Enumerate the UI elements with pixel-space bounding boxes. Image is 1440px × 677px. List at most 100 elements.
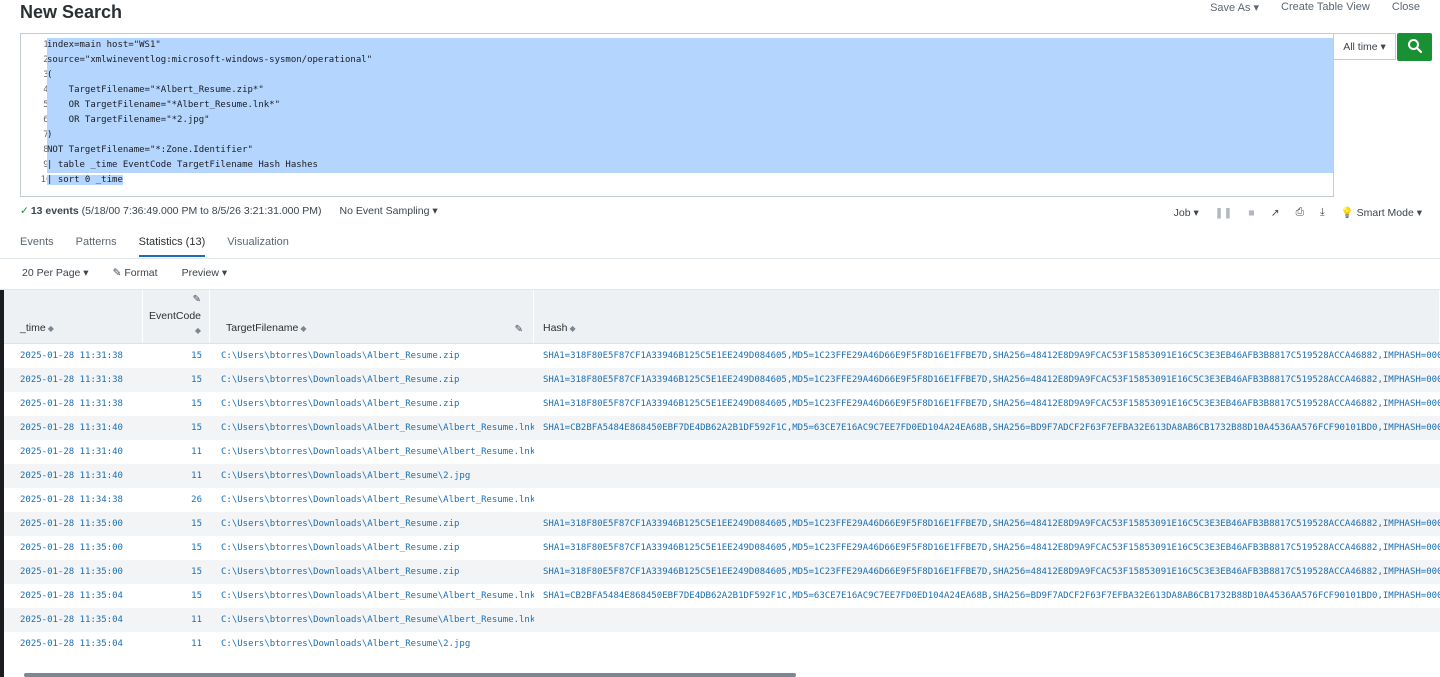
query-line[interactable]: TargetFilename="*Albert_Resume.zip*" [47,83,1333,98]
cell-time[interactable]: 2025-01-28 11:31:38 [4,368,143,392]
cell-time[interactable]: 2025-01-28 11:35:00 [4,560,143,584]
query-line[interactable]: | sort 0 _time [47,173,1333,188]
time-range-picker[interactable]: All time ▾ [1334,33,1396,60]
cell-time[interactable]: 2025-01-28 11:35:04 [4,632,143,656]
format-button[interactable]: ✎ Format [113,267,158,279]
tab-statistics[interactable]: Statistics (13) [138,236,206,257]
cell-eventcode[interactable]: 15 [143,560,210,584]
export-icon[interactable]: ⤓ [1320,206,1325,219]
cell-targetfilename[interactable]: C:\Users\btorres\Downloads\Albert_Resume… [210,440,534,464]
cell-eventcode[interactable]: 11 [143,632,210,656]
event-sampling-dropdown[interactable]: No Event Sampling ▾ [340,205,438,217]
cell-time[interactable]: 2025-01-28 11:35:00 [4,536,143,560]
cell-targetfilename[interactable]: C:\Users\btorres\Downloads\Albert_Resume… [210,536,534,560]
cell-hash[interactable]: SHA1=318F80E5F87CF1A33946B125C5E1EE249D0… [534,536,1440,560]
query-line[interactable]: OR TargetFilename="*Albert_Resume.lnk*" [47,98,1333,113]
query-code[interactable]: index=main host="WS1" source="xmlwineven… [47,38,1333,188]
cell-targetfilename[interactable]: C:\Users\btorres\Downloads\Albert_Resume… [210,464,534,488]
tab-visualization[interactable]: Visualization [227,236,289,257]
cell-eventcode[interactable]: 15 [143,368,210,392]
per-page-dropdown[interactable]: 20 Per Page ▾ [22,267,89,279]
tab-patterns[interactable]: Patterns [76,236,117,257]
print-icon[interactable]: ⎙ [1296,206,1304,219]
cell-targetfilename[interactable]: C:\Users\btorres\Downloads\Albert_Resume… [210,368,534,392]
cell-hash[interactable]: SHA1=318F80E5F87CF1A33946B125C5E1EE249D0… [534,560,1440,584]
cell-time[interactable]: 2025-01-28 11:34:38 [4,488,143,512]
cell-time[interactable]: 2025-01-28 11:35:04 [4,608,143,632]
cell-targetfilename[interactable]: C:\Users\btorres\Downloads\Albert_Resume… [210,584,534,608]
cell-targetfilename[interactable]: C:\Users\btorres\Downloads\Albert_Resume… [210,608,534,632]
cell-eventcode[interactable]: 15 [143,344,210,368]
event-time-range: (5/18/00 7:36:49.000 PM to 8/5/26 3:21:3… [81,205,322,217]
query-line[interactable]: OR TargetFilename="*2.jpg" [47,113,1333,128]
sort-icon: ◆ [47,324,54,333]
close-button[interactable]: Close [1392,1,1420,14]
query-line[interactable]: | table _time EventCode TargetFilename H… [47,158,1333,173]
edit-column-icon[interactable]: ✎ [515,324,523,335]
cell-hash[interactable]: SHA1=318F80E5F87CF1A33946B125C5E1EE249D0… [534,344,1440,368]
cell-time[interactable]: 2025-01-28 11:31:40 [4,440,143,464]
cell-targetfilename[interactable]: C:\Users\btorres\Downloads\Albert_Resume… [210,512,534,536]
column-header-eventcode[interactable]: ✎ EventCode ◆ [143,290,210,343]
preview-dropdown[interactable]: Preview ▾ [182,267,228,279]
cell-time[interactable]: 2025-01-28 11:31:38 [4,392,143,416]
stop-icon[interactable]: ■ [1248,207,1254,219]
column-header-hash[interactable]: Hash ◆ [534,290,1440,343]
save-as-button[interactable]: Save As ▾ [1210,1,1259,14]
create-table-view-button[interactable]: Create Table View [1281,1,1370,14]
cell-time[interactable]: 2025-01-28 11:35:04 [4,584,143,608]
cell-targetfilename[interactable]: C:\Users\btorres\Downloads\Albert_Resume… [210,632,534,656]
query-line[interactable]: index=main host="WS1" [47,38,1333,53]
column-header-time[interactable]: _time ◆ [4,290,143,343]
format-label: Format [124,267,158,279]
search-query-editor[interactable]: 1 2 3 4 5 6 7 8 9 10 index=main host="WS… [20,33,1334,197]
cell-hash[interactable]: SHA1=318F80E5F87CF1A33946B125C5E1EE249D0… [534,392,1440,416]
query-line[interactable]: ( [47,68,1333,83]
table-row: 2025-01-28 11:31:40 11 C:\Users\btorres\Do… [4,440,1440,464]
cell-targetfilename[interactable]: C:\Users\btorres\Downloads\Albert_Resume… [210,488,534,512]
search-mode-label: Smart Mode ▾ [1356,207,1422,219]
cell-eventcode[interactable]: 11 [143,608,210,632]
share-icon[interactable]: ↗ [1271,207,1280,219]
tab-events[interactable]: Events [20,236,54,257]
cell-eventcode[interactable]: 15 [143,536,210,560]
edit-column-icon[interactable]: ✎ [193,294,201,305]
column-header-label: _time [20,322,46,334]
cell-hash[interactable] [534,632,1440,656]
cell-targetfilename[interactable]: C:\Users\btorres\Downloads\Albert_Resume… [210,344,534,368]
column-header-targetfilename[interactable]: TargetFilename ◆ ✎ [210,290,534,343]
horizontal-scrollbar[interactable] [24,673,796,677]
cell-time[interactable]: 2025-01-28 11:35:00 [4,512,143,536]
query-line[interactable]: source="xmlwineventlog:microsoft-windows… [47,53,1333,68]
cell-hash[interactable] [534,464,1440,488]
cell-hash[interactable] [534,608,1440,632]
pause-icon[interactable]: ❚❚ [1215,207,1233,219]
cell-eventcode[interactable]: 11 [143,464,210,488]
cell-eventcode[interactable]: 26 [143,488,210,512]
search-mode-dropdown[interactable]: 💡 Smart Mode ▾ [1341,206,1422,219]
cell-eventcode[interactable]: 15 [143,584,210,608]
cell-targetfilename[interactable]: C:\Users\btorres\Downloads\Albert_Resume… [210,392,534,416]
cell-eventcode[interactable]: 15 [143,392,210,416]
cell-eventcode[interactable]: 15 [143,416,210,440]
query-line[interactable]: ) [47,128,1333,143]
cell-time[interactable]: 2025-01-28 11:31:40 [4,416,143,440]
cell-hash[interactable]: SHA1=318F80E5F87CF1A33946B125C5E1EE249D0… [534,368,1440,392]
table-header: _time ◆ ✎ EventCode ◆ TargetFilename ◆ ✎ H… [4,290,1440,344]
cell-hash[interactable] [534,440,1440,464]
cell-hash[interactable] [534,488,1440,512]
cell-targetfilename[interactable]: C:\Users\btorres\Downloads\Albert_Resume… [210,560,534,584]
cell-eventcode[interactable]: 15 [143,512,210,536]
cell-hash[interactable]: SHA1=318F80E5F87CF1A33946B125C5E1EE249D0… [534,512,1440,536]
cell-time[interactable]: 2025-01-28 11:31:40 [4,464,143,488]
cell-eventcode[interactable]: 11 [143,440,210,464]
query-line[interactable]: NOT TargetFilename="*:Zone.Identifier" [47,143,1333,158]
cell-targetfilename[interactable]: C:\Users\btorres\Downloads\Albert_Resume… [210,416,534,440]
cell-hash[interactable]: SHA1=CB2BFA5484E868450EBF7DE4DB62A2B1DF5… [534,416,1440,440]
job-menu[interactable]: Job ▾ [1174,207,1199,219]
table-body: 2025-01-28 11:31:38 15 C:\Users\btorres\Do… [4,344,1440,656]
search-button[interactable] [1397,33,1432,61]
cell-time[interactable]: 2025-01-28 11:31:38 [4,344,143,368]
cell-hash[interactable]: SHA1=CB2BFA5484E868450EBF7DE4DB62A2B1DF5… [534,584,1440,608]
event-count[interactable]: ✓ 13 events (5/18/00 7:36:49.000 PM to 8/… [20,205,322,217]
